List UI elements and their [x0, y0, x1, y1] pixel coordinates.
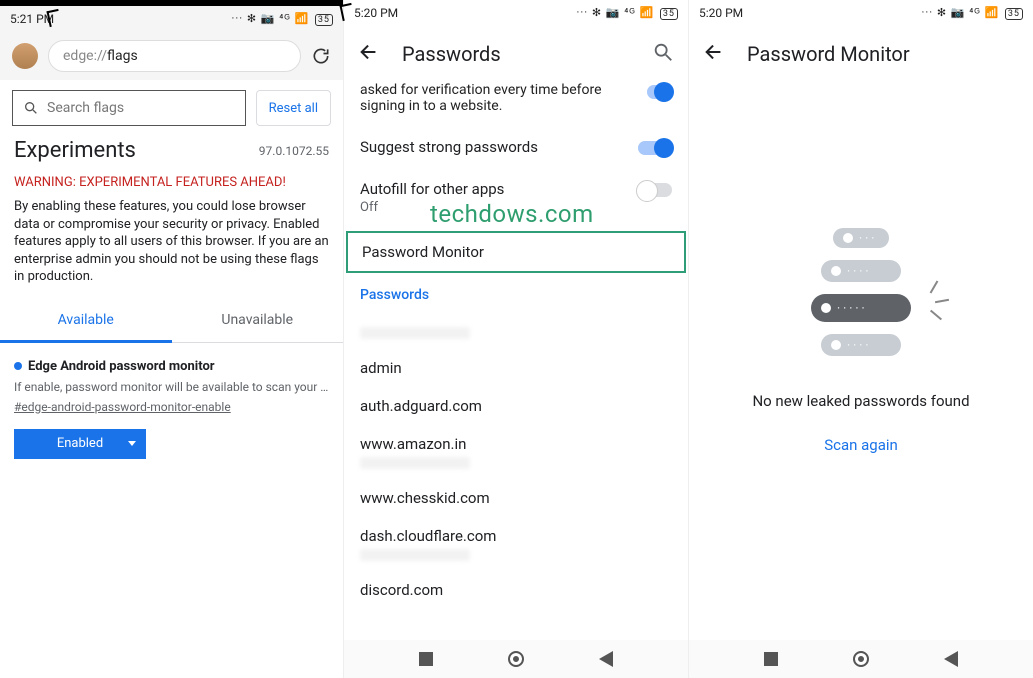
search-icon: [23, 100, 39, 116]
page-title: Experiments: [14, 138, 136, 163]
site-item[interactable]: dash.cloudflare.com: [344, 517, 688, 571]
flag-state-dropdown[interactable]: Enabled: [14, 429, 146, 459]
nav-recent-icon[interactable]: [764, 652, 778, 666]
back-button[interactable]: [358, 41, 380, 67]
nav-back-icon[interactable]: [944, 651, 958, 667]
watermark: techdows.com: [430, 200, 594, 228]
tab-unavailable[interactable]: Unavailable: [172, 300, 344, 342]
status-bar: 5:20 PM ··· ✻ 📷 ⁴ᴳ 📶 35: [344, 0, 688, 26]
battery-icon: 35: [660, 8, 678, 20]
battery-icon: 35: [315, 14, 333, 26]
warning-text: WARNING: EXPERIMENTAL FEATURES AHEAD!: [0, 165, 343, 198]
back-button[interactable]: [703, 41, 725, 67]
reset-all-button[interactable]: Reset all: [256, 90, 331, 126]
status-bar: 5:21 PM ··· ✻ 📷 ⁴ᴳ 📶 35: [0, 6, 343, 32]
site-item[interactable]: auth.adguard.com: [344, 387, 688, 425]
autofill-label: Autofill for other apps: [360, 180, 504, 198]
status-bar: 5:20 PM ··· ✻ 📷 ⁴ᴳ 📶 35: [689, 0, 1033, 26]
version-label: 97.0.1072.55: [259, 144, 329, 158]
flag-description: If enable, password monitor will be avai…: [14, 380, 329, 394]
site-item[interactable]: discord.com: [344, 571, 688, 609]
android-nav-bar: [689, 640, 1033, 678]
nav-home-icon[interactable]: [508, 651, 524, 667]
page-title: Password Monitor: [747, 42, 910, 66]
scan-again-button[interactable]: Scan again: [689, 436, 1033, 454]
battery-icon: 35: [1005, 8, 1023, 20]
status-time: 5:20 PM: [699, 6, 743, 20]
page-title: Passwords: [402, 42, 501, 66]
modified-dot-icon: [14, 362, 22, 370]
cursor-icon: [339, 3, 354, 21]
setting-description: asked for verification every time before…: [360, 82, 647, 114]
site-item[interactable]: www.amazon.in: [344, 425, 688, 479]
user-icon: [821, 303, 831, 313]
search-button[interactable]: [652, 41, 674, 67]
avatar[interactable]: [12, 43, 38, 69]
autofill-toggle[interactable]: [638, 183, 672, 197]
nav-home-icon[interactable]: [853, 651, 869, 667]
status-time: 5:20 PM: [354, 6, 398, 20]
status-tray-icons: ··· ✻ 📷 ⁴ᴳ 📶: [922, 6, 1000, 19]
address-bar[interactable]: edge://flags: [48, 40, 301, 72]
verification-toggle[interactable]: [647, 85, 672, 99]
site-item[interactable]: admin: [344, 349, 688, 387]
android-nav-bar: [344, 640, 688, 678]
nav-back-icon[interactable]: [599, 651, 613, 667]
site-item[interactable]: [344, 313, 688, 349]
reload-button[interactable]: [311, 46, 331, 66]
suggest-passwords-label: Suggest strong passwords: [360, 138, 538, 156]
nav-recent-icon[interactable]: [419, 652, 433, 666]
flag-title: Edge Android password monitor: [14, 359, 329, 374]
result-message: No new leaked passwords found: [689, 392, 1033, 410]
warning-body: By enabling these features, you could lo…: [0, 198, 343, 286]
cursor-icon: [46, 9, 61, 27]
site-item[interactable]: www.chesskid.com: [344, 479, 688, 517]
illustration: ··· ···· ····· ····: [689, 222, 1033, 362]
password-monitor-item[interactable]: Password Monitor: [346, 231, 686, 273]
passwords-section-header: Passwords: [344, 277, 688, 313]
tab-available[interactable]: Available: [0, 300, 172, 343]
suggest-passwords-toggle[interactable]: [638, 141, 672, 155]
status-tray-icons: ··· ✻ 📷 ⁴ᴳ 📶: [577, 6, 655, 19]
flag-anchor-link[interactable]: #edge-android-password-monitor-enable: [14, 400, 231, 414]
status-tray-icons: ··· ✻ 📷 ⁴ᴳ 📶: [232, 12, 310, 25]
search-flags-input[interactable]: Search flags: [12, 90, 246, 126]
